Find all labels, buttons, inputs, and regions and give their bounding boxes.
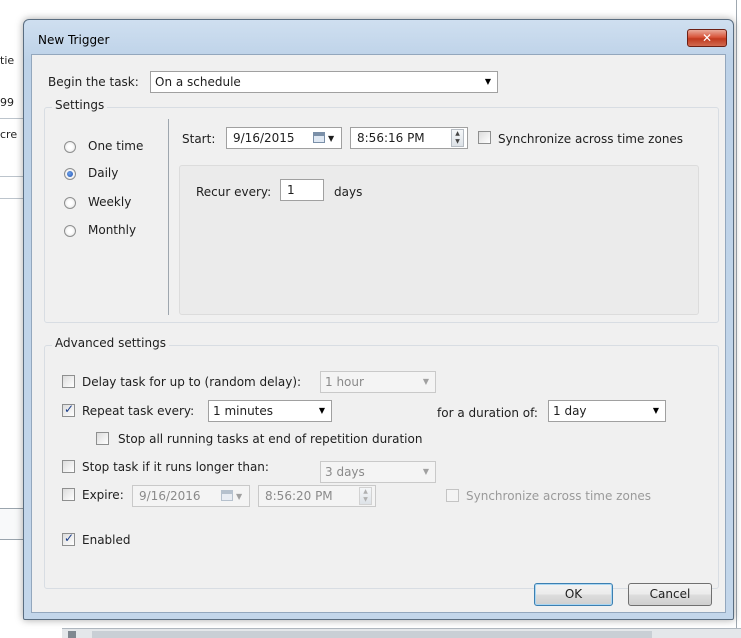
chevron-down-icon: ▼ (422, 377, 429, 386)
recur-every-input[interactable]: 1 (280, 179, 324, 201)
stop-if-longer-value: 3 days (325, 465, 365, 479)
dialog-title: New Trigger (38, 33, 110, 47)
stop-if-longer-select[interactable]: 3 days ▼ (320, 461, 436, 483)
close-icon: ✕ (701, 31, 713, 45)
start-date-picker[interactable]: 9/16/2015 ▼ (226, 127, 342, 149)
background-divider (736, 0, 737, 637)
chevron-down-icon: ▼ (318, 406, 325, 415)
recur-every-label: Recur every: (196, 185, 272, 199)
stop-all-tasks-checkbox[interactable] (96, 432, 109, 445)
expire-checkbox[interactable] (62, 488, 75, 501)
recur-unit-label: days (334, 185, 363, 199)
background-text: tie (0, 54, 15, 67)
dialog-client-area: Begin the task: On a schedule ▼ Settings… (31, 54, 726, 613)
chevron-down-icon: ▼ (328, 134, 335, 143)
calendar-icon (313, 132, 325, 143)
expire-date-value: 9/16/2016 (139, 489, 201, 503)
stop-all-tasks-label: Stop all running tasks at end of repetit… (118, 432, 423, 446)
background-text: 99 (0, 96, 14, 109)
spinner-icon[interactable]: ▲ ▼ (359, 487, 372, 505)
begin-task-value: On a schedule (155, 75, 241, 89)
expire-time-value: 8:56:20 PM (265, 489, 333, 503)
start-date-value: 9/16/2015 (233, 131, 295, 145)
delay-value: 1 hour (325, 375, 364, 389)
stop-if-longer-label: Stop task if it runs longer than: (82, 460, 269, 474)
chevron-down-icon: ▼ (422, 467, 429, 476)
radio-daily-label: Daily (88, 166, 119, 180)
expire-time-picker[interactable]: 8:56:20 PM ▲ ▼ (258, 485, 376, 507)
begin-task-select[interactable]: On a schedule ▼ (150, 71, 498, 93)
sync-timezones-label: Synchronize across time zones (498, 132, 684, 146)
delay-task-label: Delay task for up to (random delay): (82, 375, 302, 389)
chevron-down-icon: ▼ (484, 77, 491, 86)
expire-sync-label: Synchronize across time zones (466, 489, 652, 503)
radio-one-time-label: One time (88, 139, 144, 153)
duration-value: 1 day (553, 404, 587, 418)
expire-sync-checkbox[interactable] (446, 489, 459, 502)
delay-select[interactable]: 1 hour ▼ (320, 371, 436, 393)
settings-legend: Settings (52, 98, 108, 112)
repeat-interval-value: 1 minutes (213, 404, 274, 418)
repeat-interval-select[interactable]: 1 minutes ▼ (208, 400, 332, 422)
repeat-task-label: Repeat task every: (82, 404, 195, 418)
enabled-label: Enabled (82, 533, 131, 547)
start-time-picker[interactable]: 8:56:16 PM ▲ ▼ (350, 127, 468, 149)
enabled-checkbox[interactable] (62, 531, 75, 546)
start-time-value: 8:56:16 PM (357, 131, 425, 145)
close-button[interactable]: ✕ (687, 29, 727, 47)
radio-one-time[interactable] (64, 141, 76, 153)
background-text: cre (0, 128, 18, 141)
spinner-icon[interactable]: ▲ ▼ (451, 129, 464, 147)
start-label: Start: (182, 132, 216, 146)
chevron-down-icon: ▼ (236, 492, 243, 501)
radio-weekly-label: Weekly (88, 195, 132, 209)
chevron-down-icon: ▼ (652, 406, 659, 415)
radio-daily[interactable] (64, 168, 76, 180)
expire-label: Expire: (82, 488, 124, 502)
expire-date-picker[interactable]: 9/16/2016 ▼ (132, 485, 250, 507)
duration-select[interactable]: 1 day ▼ (548, 400, 666, 422)
radio-weekly[interactable] (64, 197, 76, 209)
ok-button[interactable]: OK (534, 583, 613, 606)
new-trigger-dialog: New Trigger ✕ Begin the task: On a sched… (23, 19, 734, 620)
radio-monthly[interactable] (64, 225, 76, 237)
recur-every-value: 1 (287, 183, 295, 197)
duration-label: for a duration of: (437, 406, 538, 420)
begin-task-label: Begin the task: (48, 75, 139, 89)
repeat-task-checkbox[interactable] (62, 402, 75, 417)
sync-timezones-checkbox[interactable] (478, 131, 491, 144)
radio-monthly-label: Monthly (88, 223, 137, 237)
calendar-icon (221, 490, 233, 501)
stop-if-longer-checkbox[interactable] (62, 460, 75, 473)
delay-task-checkbox[interactable] (62, 375, 75, 388)
cancel-button[interactable]: Cancel (628, 583, 712, 606)
settings-divider (168, 119, 169, 315)
advanced-settings-legend: Advanced settings (52, 336, 169, 350)
